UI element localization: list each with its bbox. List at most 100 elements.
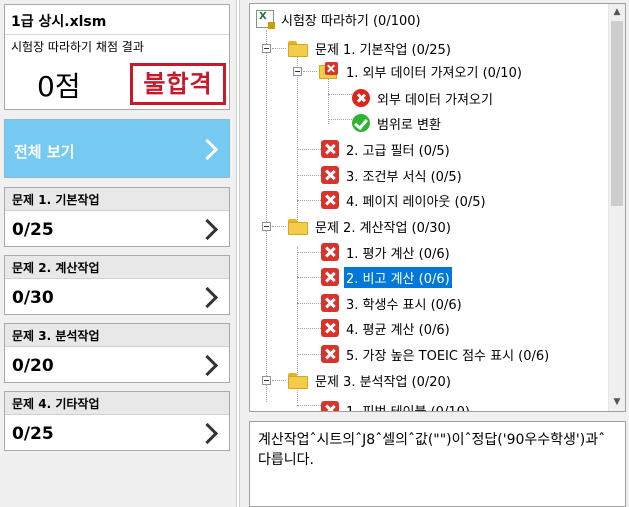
tree-node-item[interactable]: 외부 데이터 가져오기 <box>352 87 495 109</box>
tree-line <box>297 149 321 150</box>
fail-icon <box>321 294 339 312</box>
chevron-right-icon <box>196 286 219 309</box>
question-card-4[interactable]: 문제 4. 기타작업 0/25 <box>4 391 230 451</box>
tree-node-label: 문제 2. 계산작업 (0/30) <box>315 220 451 236</box>
tree-line <box>297 277 321 278</box>
tree-node-item[interactable]: 1. 평가 계산 (0/6) <box>321 241 452 263</box>
tree-node-item[interactable]: 5. 가장 높은 TOEIC 점수 표시 (0/6) <box>321 343 551 365</box>
divider <box>5 34 229 35</box>
collapse-toggle[interactable] <box>262 44 271 53</box>
scroll-down-icon[interactable]: ▼ <box>609 394 625 411</box>
scrollbar-thumb[interactable] <box>611 21 623 206</box>
tree-line <box>297 53 298 224</box>
tree-node-item[interactable]: 4. 평균 계산 (0/6) <box>321 317 452 339</box>
question-score: 0/25 <box>12 424 54 444</box>
question-title: 문제 4. 기타작업 <box>12 397 100 411</box>
detail-message: 계산작업ˆ시트의ˆJ8ˆ셀의ˆ값("")이ˆ정답('90우수학생')과ˆ다릅니다… <box>258 432 606 468</box>
fail-icon <box>321 140 339 158</box>
tree-node-label: 3. 학생수 표시 (0/6) <box>346 297 462 313</box>
tree-node-label: 5. 가장 높은 TOEIC 점수 표시 (0/6) <box>346 348 550 364</box>
question-card-header: 문제 4. 기타작업 <box>5 392 229 415</box>
tree-line <box>297 175 321 176</box>
tree-node-question-1[interactable]: 문제 1. 기본작업 (0/25) <box>288 37 453 59</box>
question-card-header: 문제 1. 기본작업 <box>5 188 229 211</box>
scroll-up-icon[interactable]: ▲ <box>609 4 625 21</box>
collapse-toggle[interactable] <box>293 67 302 76</box>
tree-node-item[interactable]: 3. 학생수 표시 (0/6) <box>321 292 464 314</box>
tree-node-label: 1. 피벗 테이블 (0/10) <box>346 404 470 412</box>
detail-message-box: 계산작업ˆ시트의ˆJ8ˆ셀의ˆ값("")이ˆ정답('90우수학생')과ˆ다릅니다… <box>249 421 626 507</box>
right-panel: 시험장 따라하기 (0/100) 문제 1. 기본작업 (0/25) 1. 외부… <box>240 0 629 507</box>
tree-line <box>328 76 329 124</box>
left-panel: 1급 상시.xlsm 시험장 따라하기 채점 결과 0점 불합격 전체 보기 문… <box>0 0 236 507</box>
fail-stamp: 불합격 <box>130 63 226 105</box>
tree-line <box>266 30 267 402</box>
tree-line <box>272 380 286 381</box>
tree-root[interactable]: 시험장 따라하기 (0/100) <box>256 8 423 30</box>
tree-line <box>272 48 286 49</box>
tree-line <box>297 328 321 329</box>
tree-node-label: 1. 외부 데이터 가져오기 (0/10) <box>346 65 522 81</box>
fail-icon <box>321 319 339 337</box>
fail-circle-icon <box>352 89 370 107</box>
folder-icon <box>288 373 308 389</box>
tree-node-label: 4. 평균 계산 (0/6) <box>346 322 450 338</box>
tree-node-label: 문제 3. 분석작업 (0/20) <box>315 374 451 390</box>
tree-node-label: 2. 비고 계산 (0/6) <box>344 266 452 288</box>
tree-node-label: 시험장 따라하기 (0/100) <box>281 13 421 29</box>
tree-node-item[interactable]: 4. 페이지 레이아웃 (0/5) <box>321 189 488 211</box>
file-name: 1급 상시.xlsm <box>11 14 107 30</box>
question-title: 문제 3. 분석작업 <box>12 329 100 343</box>
question-card-header: 문제 2. 계산작업 <box>5 256 229 279</box>
collapse-toggle[interactable] <box>262 222 271 231</box>
tree-line <box>297 405 321 406</box>
question-card-2[interactable]: 문제 2. 계산작업 0/30 <box>4 255 230 315</box>
folder-icon <box>288 219 308 235</box>
tree-line <box>328 119 352 120</box>
pass-circle-icon <box>352 114 370 132</box>
question-score: 0/20 <box>12 356 54 376</box>
question-card-1[interactable]: 문제 1. 기본작업 0/25 <box>4 187 230 247</box>
chevron-right-icon <box>196 354 219 377</box>
tree-node-label: 1. 평가 계산 (0/6) <box>346 246 450 262</box>
tree-node-label: 4. 페이지 레이아웃 (0/5) <box>346 194 486 210</box>
view-all-button[interactable]: 전체 보기 <box>4 119 230 178</box>
tree-node-label: 문제 1. 기본작업 (0/25) <box>315 42 451 58</box>
question-score: 0/30 <box>12 288 54 308</box>
tree-line <box>303 71 317 72</box>
question-card-3[interactable]: 문제 3. 분석작업 0/20 <box>4 323 230 383</box>
tree-node-label: 3. 조건부 서식 (0/5) <box>346 169 462 185</box>
collapse-toggle[interactable] <box>262 376 271 385</box>
result-subtitle: 시험장 따라하기 채점 결과 <box>11 40 144 54</box>
folder-error-icon <box>319 62 339 80</box>
tree-node-item[interactable]: 범위로 변환 <box>352 112 443 134</box>
fail-icon <box>321 401 339 411</box>
excel-file-icon <box>256 10 275 29</box>
tree-line <box>297 303 321 304</box>
tree-line <box>272 226 286 227</box>
question-score: 0/25 <box>12 220 54 240</box>
question-title: 문제 2. 계산작업 <box>12 261 100 275</box>
tree-node-item[interactable]: 2. 고급 필터 (0/5) <box>321 138 452 160</box>
result-tree[interactable]: 시험장 따라하기 (0/100) 문제 1. 기본작업 (0/25) 1. 외부… <box>249 3 626 412</box>
tree-node-external-data[interactable]: 1. 외부 데이터 가져오기 (0/10) <box>319 60 524 82</box>
question-title: 문제 1. 기본작업 <box>12 193 100 207</box>
fail-icon <box>321 345 339 363</box>
tree-node-question-2[interactable]: 문제 2. 계산작업 (0/30) <box>288 215 453 237</box>
question-card-header: 문제 3. 분석작업 <box>5 324 229 347</box>
vertical-scrollbar[interactable]: ▲ ▼ <box>608 4 625 411</box>
fail-icon <box>321 268 339 286</box>
tree-line <box>297 354 321 355</box>
chevron-right-icon <box>196 218 219 241</box>
tree-node-label: 범위로 변환 <box>377 117 441 133</box>
total-score: 0점 <box>37 70 81 103</box>
tree-node-item-selected[interactable]: 2. 비고 계산 (0/6) <box>321 266 452 288</box>
tree-line <box>328 94 352 95</box>
tree-node-question-3[interactable]: 문제 3. 분석작업 (0/20) <box>288 369 453 391</box>
tree-node-item[interactable]: 1. 피벗 테이블 (0/10) <box>321 399 472 412</box>
tree-node-label: 외부 데이터 가져오기 <box>377 92 493 108</box>
chevron-right-icon <box>196 422 219 445</box>
tree-node-label: 2. 고급 필터 (0/5) <box>346 143 450 159</box>
fail-icon <box>321 191 339 209</box>
tree-node-item[interactable]: 3. 조건부 서식 (0/5) <box>321 164 464 186</box>
